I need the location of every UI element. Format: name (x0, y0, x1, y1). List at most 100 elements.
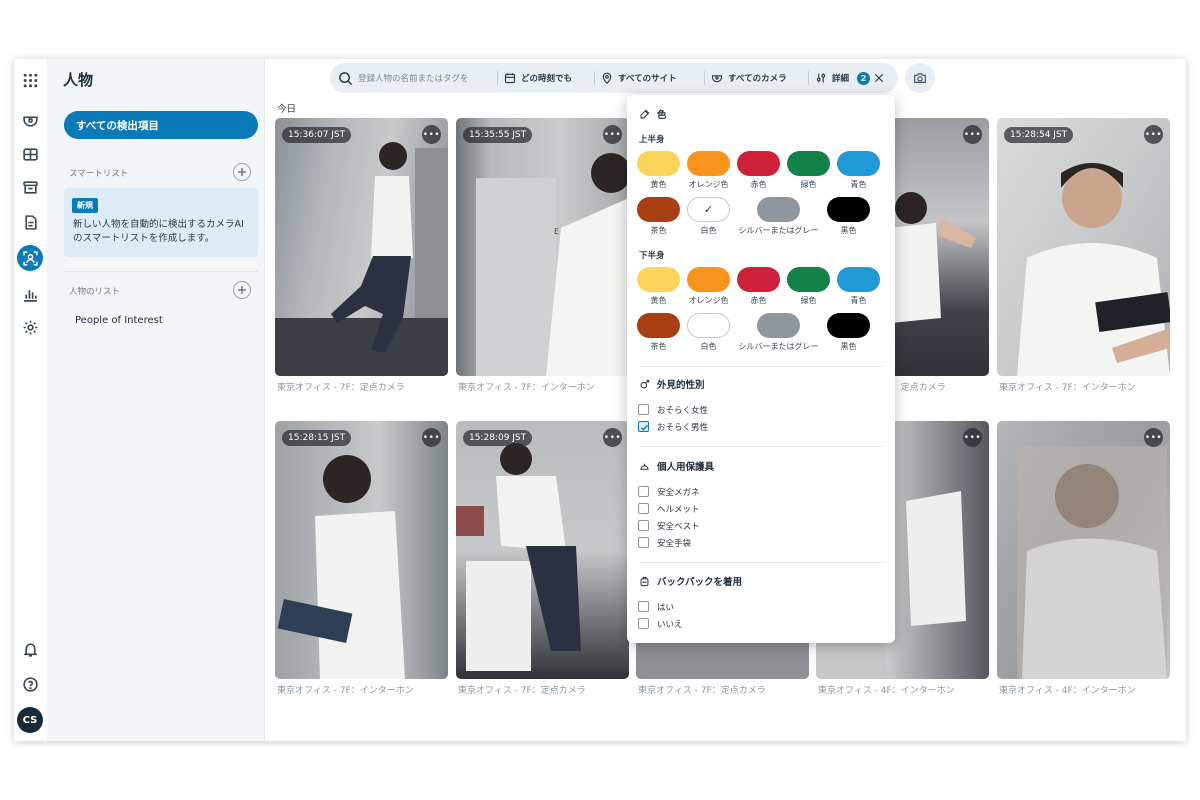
ppe-checkbox[interactable] (638, 520, 649, 531)
upper-color-swatch-9[interactable] (827, 197, 870, 222)
layout-grid-icon[interactable] (17, 141, 43, 167)
ppe-checkbox[interactable] (638, 537, 649, 548)
divider (64, 271, 258, 272)
upper-color-swatch-7[interactable]: ✓ (687, 197, 730, 222)
more-options-icon[interactable]: ••• (963, 125, 982, 144)
gender-option-label[interactable]: おそらく女性 (657, 404, 708, 416)
camera-caption: 東京オフィス - 7F：インターホン (277, 686, 414, 696)
location-pin-icon (602, 72, 612, 84)
eyedropper-icon (640, 109, 650, 118)
ppe-section-title: 個人用保護具 (639, 459, 714, 473)
calendar-icon (504, 73, 516, 84)
person-list-item[interactable]: People of Interest (75, 315, 163, 326)
plus-icon (238, 286, 246, 294)
lower-color-swatch-4[interactable] (787, 267, 830, 292)
people-ai-icon[interactable] (17, 245, 43, 271)
gender-checkbox[interactable] (638, 421, 649, 432)
lower-color-swatch-label: 黒色 (840, 342, 857, 351)
report-icon[interactable] (17, 209, 43, 235)
upper-color-swatch-2[interactable] (687, 151, 730, 176)
more-options-icon[interactable]: ••• (603, 428, 622, 447)
plus-icon (238, 168, 246, 176)
more-options-icon[interactable]: ••• (422, 428, 441, 447)
time-filter[interactable]: どの時刻でも (504, 63, 572, 93)
analytics-chart-icon[interactable] (17, 281, 43, 307)
person-list-heading: 人物のリスト (69, 287, 121, 297)
filter-count-badge: 2 (857, 71, 871, 85)
ppe-option-label[interactable]: 安全手袋 (657, 537, 691, 549)
detection-card[interactable]: ••• (997, 421, 1170, 679)
time-filter-label: どの時刻でも (521, 74, 573, 84)
search-icon (339, 71, 353, 85)
ppe-checkbox[interactable] (638, 486, 649, 497)
camera-caption: 東京オフィス - 7F：インターホン (458, 383, 595, 393)
timestamp-badge: 15:35:55 JST (463, 127, 533, 143)
gender-option-label[interactable]: おそらく男性 (657, 421, 708, 433)
divider (639, 366, 883, 367)
help-icon[interactable] (17, 671, 43, 697)
page-title: 人物 (63, 71, 94, 89)
add-smart-list-button[interactable] (233, 163, 251, 181)
backpack-option-label[interactable]: はい (657, 601, 674, 613)
lower-color-swatch-7[interactable] (687, 313, 730, 338)
upper-color-swatch-8[interactable] (757, 197, 800, 222)
search-input[interactable]: 登録人物の名前またはタグを (358, 72, 469, 84)
site-filter[interactable]: すべてのサイト (601, 63, 677, 93)
detection-card[interactable]: 15:28:09 JST ••• (456, 421, 629, 679)
detection-card[interactable]: 15:28:15 JST ••• (275, 421, 448, 679)
separator (808, 71, 809, 85)
ppe-option-label[interactable]: 安全メガネ (657, 486, 700, 498)
lower-color-swatch-1[interactable] (637, 267, 680, 292)
image-search-button[interactable] (905, 63, 935, 93)
notification-bell-icon[interactable] (17, 636, 43, 662)
upper-color-swatch-4[interactable] (787, 151, 830, 176)
backpack-icon (640, 576, 649, 586)
ppe-option-label[interactable]: 安全ベスト (657, 520, 700, 532)
upper-color-swatch-3[interactable] (737, 151, 780, 176)
upper-color-swatch-1[interactable] (637, 151, 680, 176)
gender-checkbox[interactable] (638, 404, 649, 415)
more-options-icon[interactable]: ••• (1144, 428, 1163, 447)
details-filter-label: 詳細 (832, 74, 850, 84)
clear-filters-button[interactable] (873, 63, 890, 93)
more-options-icon[interactable]: ••• (1144, 125, 1163, 144)
close-icon (874, 73, 884, 83)
lower-color-swatch-9[interactable] (827, 313, 870, 338)
lower-color-swatch-8[interactable] (757, 313, 800, 338)
upper-color-swatch-6[interactable] (637, 197, 680, 222)
detection-card[interactable]: 15:36:07 JST ••• (275, 118, 448, 376)
apps-grid-icon[interactable] (17, 67, 43, 93)
search-field[interactable]: 登録人物の名前またはタグを (338, 63, 469, 93)
smart-list-heading: スマートリスト (69, 169, 129, 179)
backpack-option-label[interactable]: いいえ (657, 618, 683, 630)
timestamp-badge: 15:36:07 JST (282, 127, 352, 143)
ppe-checkbox[interactable] (638, 503, 649, 514)
more-options-icon[interactable]: ••• (603, 125, 622, 144)
more-options-icon[interactable]: ••• (963, 428, 982, 447)
dome-camera-icon[interactable] (17, 107, 43, 133)
archive-icon[interactable] (17, 174, 43, 200)
upper-color-swatch-5[interactable] (837, 151, 880, 176)
backpack-checkbox[interactable] (638, 601, 649, 612)
detection-card[interactable]: E P S 15:35:55 JST ••• (456, 118, 629, 376)
detection-card[interactable]: 15:28:54 JST ••• (997, 118, 1170, 376)
lower-color-swatch-2[interactable] (687, 267, 730, 292)
settings-gear-icon[interactable] (17, 314, 43, 340)
lower-color-swatch-5[interactable] (837, 267, 880, 292)
user-avatar[interactable]: CS (17, 707, 43, 733)
lower-color-swatch-3[interactable] (737, 267, 780, 292)
timestamp-badge: 15:28:15 JST (282, 430, 352, 446)
divider (639, 562, 883, 563)
separator (704, 71, 705, 85)
camera-icon (914, 73, 926, 83)
lower-color-swatch-6[interactable] (637, 313, 680, 338)
person-thumbnail (1017, 163, 1170, 376)
add-person-list-button[interactable] (233, 281, 251, 299)
more-options-icon[interactable]: ••• (422, 125, 441, 144)
backpack-checkbox[interactable] (638, 618, 649, 629)
ppe-option-label[interactable]: ヘルメット (657, 503, 700, 515)
camera-filter[interactable]: すべてのカメラ (711, 63, 787, 93)
search-filter-bar: 登録人物の名前またはタグを どの時刻でも すべてのサイト すべてのカメラ 詳細 … (330, 63, 898, 93)
details-filter[interactable]: 詳細 2 (815, 63, 871, 93)
all-detections-button[interactable]: すべての検出項目 (64, 111, 258, 139)
